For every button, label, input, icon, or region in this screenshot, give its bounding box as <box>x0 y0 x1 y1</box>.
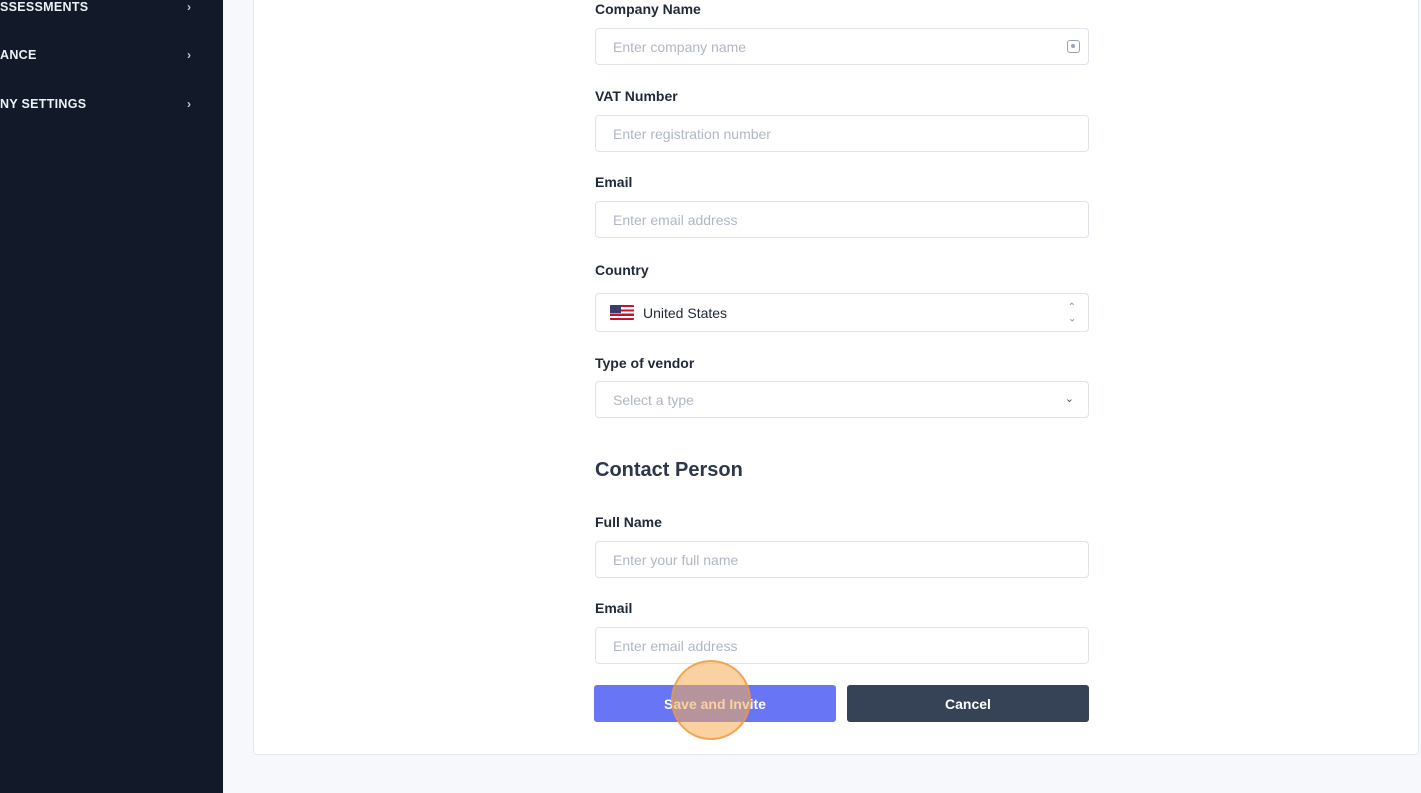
company-name-placeholder: Enter company name <box>613 38 747 55</box>
email-label: Email <box>595 174 633 190</box>
email-placeholder: Enter email address <box>613 211 738 228</box>
contact-email-placeholder: Enter email address <box>613 637 738 654</box>
sidebar-item-label: SSESSMENTS <box>0 0 89 14</box>
vat-number-label: VAT Number <box>595 88 678 104</box>
sidebar-item-label: ANCE <box>0 48 37 62</box>
contact-person-heading: Contact Person <box>595 459 743 481</box>
vat-number-input[interactable]: Enter registration number <box>595 115 1089 152</box>
email-input[interactable]: Enter email address <box>595 201 1089 238</box>
sidebar-item-label: NY SETTINGS <box>0 97 87 111</box>
chevron-down-icon: ⌄ <box>1064 393 1074 405</box>
vat-number-placeholder: Enter registration number <box>613 125 771 142</box>
vendor-type-placeholder: Select a type <box>613 391 694 408</box>
country-select[interactable]: United States ⌃ ⌃ <box>595 293 1089 332</box>
us-flag-icon <box>610 305 634 320</box>
sidebar: SSESSMENTS › ANCE › NY SETTINGS › <box>0 0 223 793</box>
country-value: United States <box>643 304 728 321</box>
country-label: Country <box>595 262 649 278</box>
full-name-label: Full Name <box>595 514 662 530</box>
vendor-type-select[interactable]: Select a type ⌄ <box>595 381 1089 418</box>
full-name-placeholder: Enter your full name <box>613 551 739 568</box>
sidebar-item-assessments[interactable]: SSESSMENTS › <box>0 0 223 19</box>
company-name-input[interactable]: Enter company name <box>595 28 1089 65</box>
chevron-right-icon: › <box>187 97 191 111</box>
chevron-right-icon: › <box>187 0 191 14</box>
sidebar-item-company-settings[interactable]: NY SETTINGS › <box>0 92 223 116</box>
full-name-input[interactable]: Enter your full name <box>595 541 1089 578</box>
contact-email-label: Email <box>595 600 633 616</box>
company-name-label: Company Name <box>595 1 701 17</box>
cancel-button[interactable]: Cancel <box>847 685 1089 722</box>
save-and-invite-button[interactable]: Save and Invite <box>594 685 836 722</box>
up-down-chevron-icon: ⌃ ⌃ <box>1067 302 1076 323</box>
sidebar-item-finance[interactable]: ANCE › <box>0 43 223 67</box>
vendor-type-label: Type of vendor <box>595 355 695 371</box>
chevron-right-icon: › <box>187 48 191 62</box>
contact-email-input[interactable]: Enter email address <box>595 627 1089 664</box>
contact-card-icon[interactable] <box>1067 40 1080 53</box>
